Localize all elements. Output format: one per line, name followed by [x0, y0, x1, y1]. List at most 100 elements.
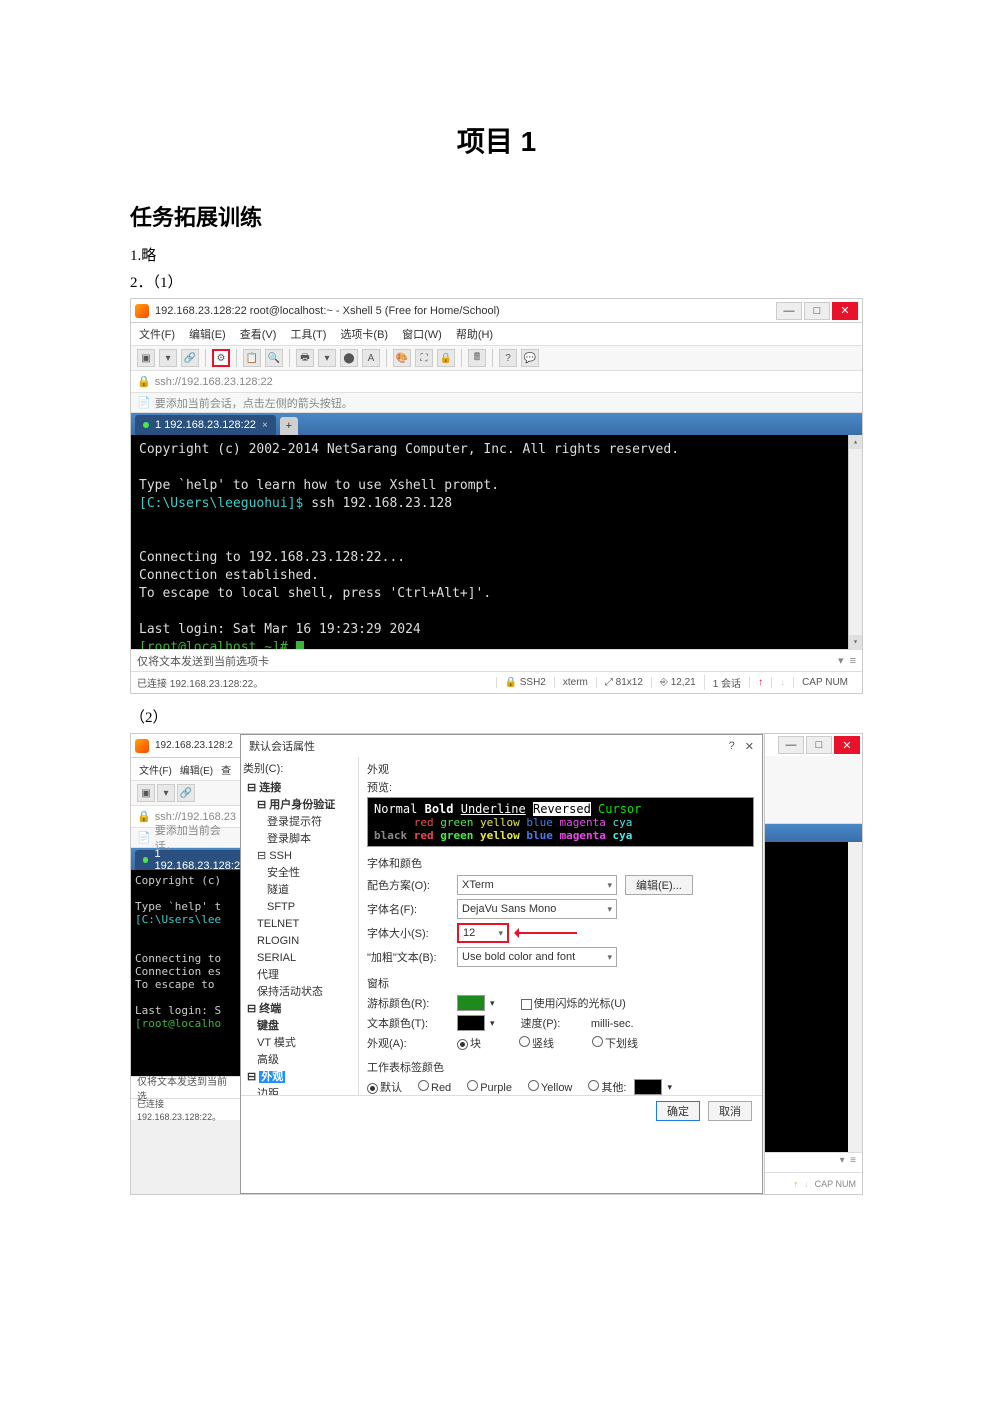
- scrollbar[interactable]: [848, 842, 862, 1152]
- menu-view[interactable]: 查看(V): [240, 326, 277, 342]
- menu-tools[interactable]: 工具(T): [290, 326, 326, 342]
- tree-item[interactable]: ⊟ 用户身份验证: [243, 797, 356, 814]
- tree-item[interactable]: SFTP: [243, 899, 356, 916]
- tree-item[interactable]: 隧道: [243, 882, 356, 899]
- ok-button[interactable]: 确定: [656, 1101, 700, 1121]
- scroll-down-icon[interactable]: ▾: [849, 635, 862, 649]
- cursor-color-label: 游标颜色(R):: [367, 995, 449, 1011]
- search-icon[interactable]: 🔍: [265, 349, 283, 367]
- list-item: 2．（1）: [130, 271, 863, 292]
- tree-item[interactable]: 高级: [243, 1052, 356, 1069]
- cancel-button[interactable]: 取消: [708, 1101, 752, 1121]
- properties-icon[interactable]: ⚙: [212, 349, 230, 367]
- session-tab[interactable]: 1 192.168.23.128:22 ×: [135, 415, 276, 435]
- close-button[interactable]: ✕: [834, 736, 860, 754]
- tab-yellow-radio[interactable]: [528, 1080, 539, 1091]
- menu-window[interactable]: 窗口(W): [402, 326, 442, 342]
- doc-title: 项目 1: [130, 120, 863, 160]
- tree-item[interactable]: 登录提示符: [243, 814, 356, 831]
- status-bar: 已连接 192.168.23.128:22。 🔒 SSH2 xterm ⤢ 81…: [131, 671, 862, 693]
- fullscreen-icon[interactable]: ⛶: [415, 349, 433, 367]
- chat-icon[interactable]: 💬: [521, 349, 539, 367]
- shape-vline-radio[interactable]: [519, 1036, 530, 1047]
- category-label: 类别(C):: [243, 761, 356, 778]
- menu-file[interactable]: 文件(F): [139, 326, 175, 342]
- status-sess: 1 会话: [704, 675, 749, 690]
- minimize-button[interactable]: —: [776, 302, 802, 320]
- text-color-label: 文本颜色(T):: [367, 1015, 449, 1031]
- tree-item[interactable]: ⊟ SSH: [243, 848, 356, 865]
- menu-help[interactable]: 帮助(H): [456, 326, 493, 342]
- tab-other-radio[interactable]: [588, 1080, 599, 1091]
- tree-item[interactable]: 边距: [243, 1086, 356, 1095]
- print-icon[interactable]: 🖶: [296, 349, 314, 367]
- terminal[interactable]: Copyright (c) 2002-2014 NetSarang Comput…: [131, 435, 862, 649]
- dialog-footer: 确定 取消: [241, 1095, 762, 1125]
- tab-close-icon[interactable]: ×: [262, 420, 268, 431]
- scrollbar[interactable]: ▴ ▾: [848, 435, 862, 649]
- help-icon[interactable]: ?: [499, 349, 517, 367]
- new-session-icon[interactable]: ▣: [137, 349, 155, 367]
- send-label: 仅将文本发送到当前选项卡: [137, 653, 269, 669]
- lock-icon[interactable]: 🔒: [437, 349, 455, 367]
- status-pos: ⎆ 12,21: [651, 677, 704, 688]
- edit-button[interactable]: 编辑(E)...: [625, 875, 693, 895]
- fontsize-combo[interactable]: 12▾: [457, 923, 509, 943]
- status-conn: 已连接 192.168.23.128:22。: [137, 675, 496, 690]
- term-line: Last login: Sat Mar 16 19:23:29 2024: [139, 621, 854, 639]
- address-bar[interactable]: 🔒 ssh://192.168.23.128:22: [131, 371, 862, 393]
- tree-item[interactable]: 键盘: [243, 1018, 356, 1035]
- bold-combo[interactable]: Use bold color and font▾: [457, 947, 617, 967]
- scheme-combo[interactable]: XTerm▾: [457, 875, 617, 895]
- tab-red-radio[interactable]: [418, 1080, 429, 1091]
- tree-item[interactable]: 保持活动状态: [243, 984, 356, 1001]
- category-tree[interactable]: 类别(C): ⊟ 连接 ⊟ 用户身份验证 登录提示符 登录脚本 ⊟ SSH 安全…: [241, 757, 359, 1095]
- tree-item[interactable]: 登录脚本: [243, 831, 356, 848]
- minimize-button[interactable]: —: [778, 736, 804, 754]
- menu-tabs[interactable]: 选项卡(B): [340, 326, 388, 342]
- close-button[interactable]: ✕: [832, 302, 858, 320]
- font-icon[interactable]: ▾: [318, 349, 336, 367]
- tree-item[interactable]: TELNET: [243, 916, 356, 933]
- protocol-lock-icon: 🔒: [137, 375, 151, 388]
- menu-bar: 文件(F) 编辑(E) 查看(V) 工具(T) 选项卡(B) 窗口(W) 帮助(…: [131, 323, 862, 345]
- dialog-titlebar: 默认会话属性 ? ✕: [241, 735, 762, 757]
- dialog-help-icon[interactable]: ?: [729, 740, 735, 753]
- scroll-up-icon[interactable]: ▴: [849, 435, 862, 449]
- tab-purple-radio[interactable]: [467, 1080, 478, 1091]
- menu-edit[interactable]: 编辑(E): [189, 326, 226, 342]
- tip-icon[interactable]: 📄: [137, 396, 151, 409]
- tree-item[interactable]: SERIAL: [243, 950, 356, 967]
- link-icon[interactable]: 🔗: [181, 349, 199, 367]
- tree-item[interactable]: ⊟ 终端: [243, 1001, 356, 1018]
- background-window: 192.168.23.128:2 文件(F)编辑(E)查 ▣▾🔗 🔒ssh://…: [131, 734, 241, 1194]
- shape-uline-radio[interactable]: [592, 1036, 603, 1047]
- palette-icon[interactable]: 🎨: [393, 349, 411, 367]
- tree-item-selected[interactable]: ⊟ 外观: [243, 1069, 356, 1086]
- open-icon[interactable]: ▾: [159, 349, 177, 367]
- tree-item[interactable]: VT 模式: [243, 1035, 356, 1052]
- maximize-button[interactable]: □: [804, 302, 830, 320]
- tab-bar: 1 192.168.23.128:22 × +: [131, 413, 862, 435]
- blink-checkbox[interactable]: [521, 999, 532, 1010]
- color-icon[interactable]: ⬤: [340, 349, 358, 367]
- calc-icon[interactable]: 🖩: [468, 349, 486, 367]
- tab-default-radio[interactable]: [367, 1083, 378, 1094]
- tab-other-color-picker[interactable]: [634, 1079, 662, 1095]
- tree-item[interactable]: RLOGIN: [243, 933, 356, 950]
- shape-block-radio[interactable]: [457, 1039, 468, 1050]
- maximize-button[interactable]: □: [806, 736, 832, 754]
- text-color-picker[interactable]: [457, 1015, 485, 1031]
- tree-item[interactable]: 安全性: [243, 865, 356, 882]
- copy-icon[interactable]: 📋: [243, 349, 261, 367]
- cursor-color-picker[interactable]: [457, 995, 485, 1011]
- tree-item[interactable]: 代理: [243, 967, 356, 984]
- send-bar[interactable]: 仅将文本发送到当前选项卡 ▾ ≡: [131, 649, 862, 671]
- hamburger-icon[interactable]: ▾ ≡: [838, 654, 856, 667]
- text-icon[interactable]: A: [362, 349, 380, 367]
- tab-add-button[interactable]: +: [280, 417, 298, 435]
- fontname-combo[interactable]: DejaVu Sans Mono▾: [457, 899, 617, 919]
- tree-item[interactable]: ⊟ 连接: [243, 780, 356, 797]
- dialog-close-icon[interactable]: ✕: [745, 740, 754, 753]
- chevron-down-icon: ▾: [498, 928, 503, 939]
